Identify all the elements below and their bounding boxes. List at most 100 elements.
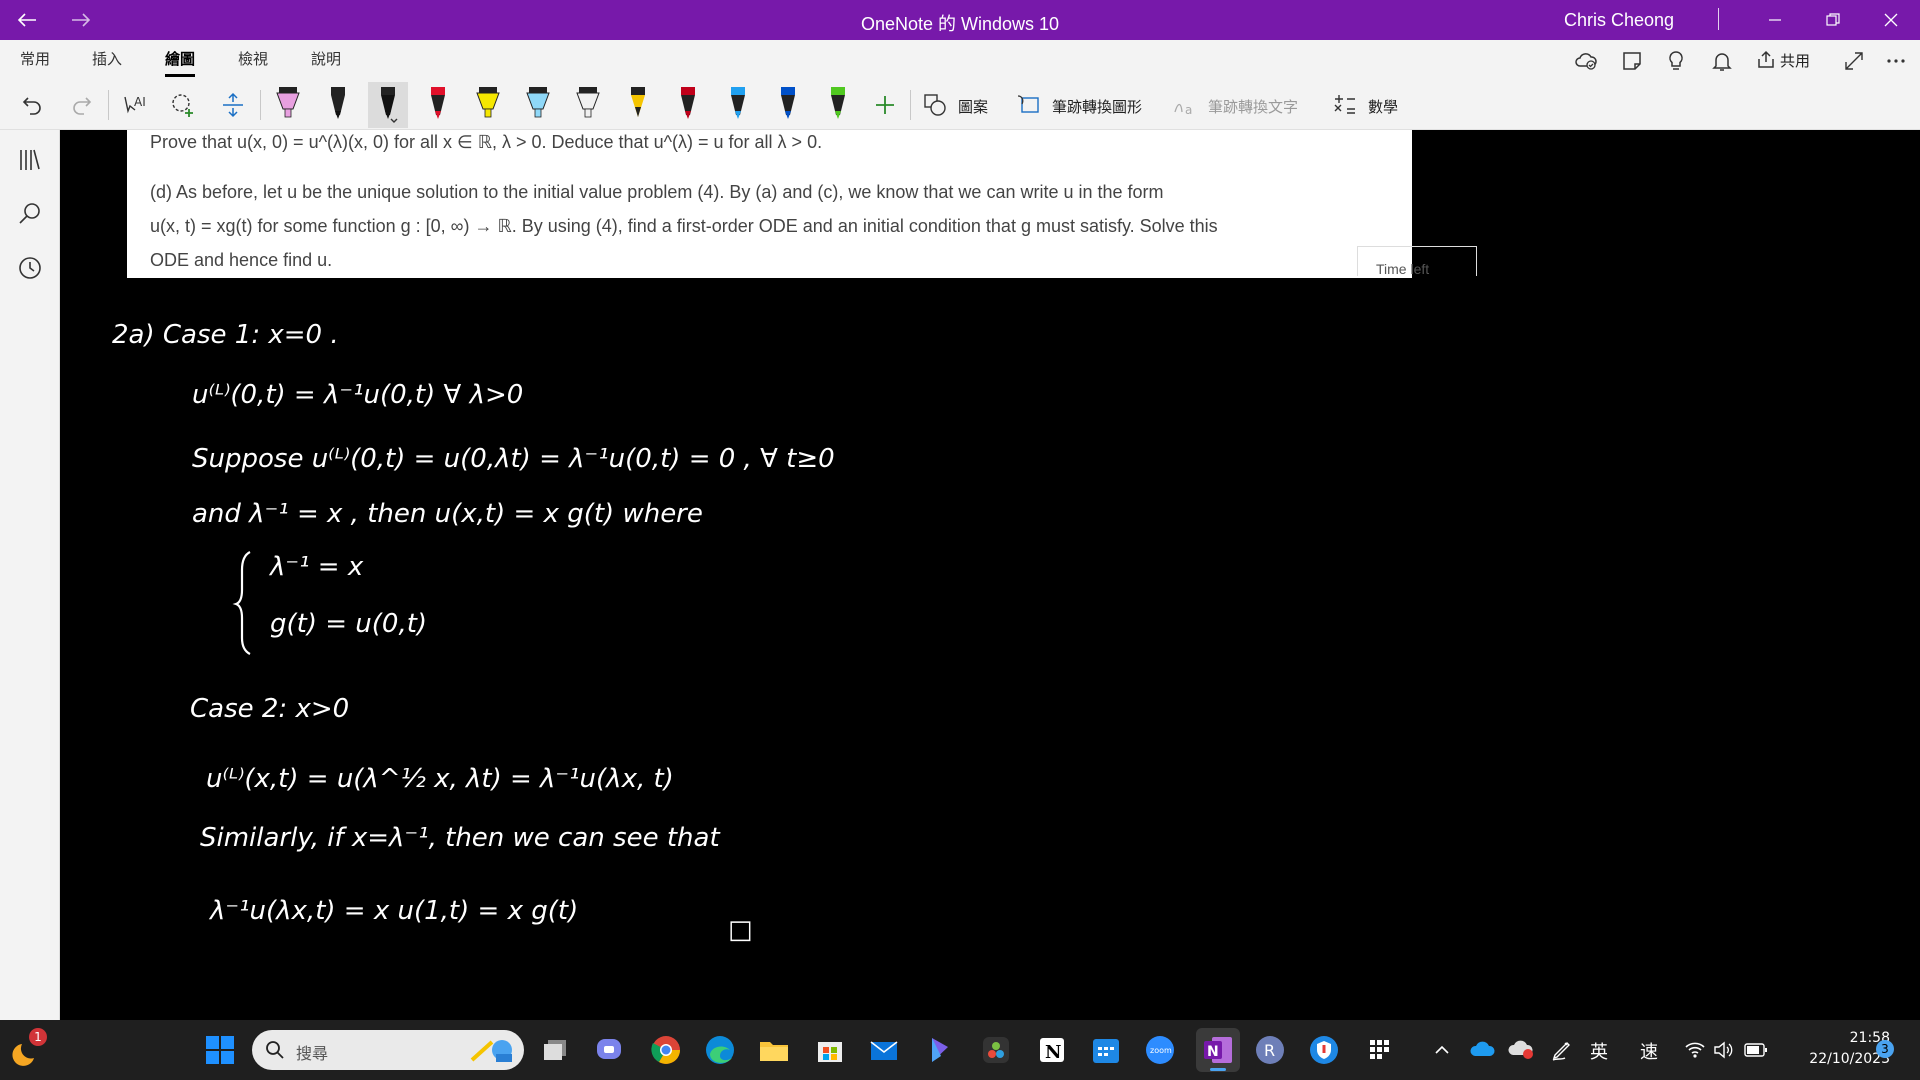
ime-mode[interactable]: 速	[1640, 1038, 1658, 1064]
search-icon	[266, 1041, 284, 1059]
search-highlight-icon	[470, 1040, 512, 1062]
ink-to-text-label[interactable]: 筆跡轉換文字	[1208, 96, 1298, 117]
ink-to-shape-label[interactable]: 筆跡轉換圖形	[1052, 96, 1142, 117]
pen-9-button[interactable]	[668, 87, 708, 122]
taskbar-search[interactable]: 搜尋	[252, 1030, 524, 1070]
ink-line: Similarly, if x=λ⁻¹, then we can see tha…	[200, 823, 720, 853]
davinci-icon[interactable]	[980, 1034, 1012, 1066]
pen-11-button[interactable]	[768, 87, 808, 122]
pen-8-button[interactable]	[618, 87, 658, 122]
fullscreen-icon[interactable]	[1842, 49, 1866, 73]
tab-help[interactable]: 說明	[311, 48, 341, 69]
bell-icon[interactable]	[1710, 49, 1734, 73]
undo-icon	[22, 97, 41, 115]
toolbar-separator	[910, 90, 911, 120]
onenote-icon: N	[1204, 1037, 1232, 1063]
wifi-icon[interactable]	[1684, 1040, 1706, 1060]
pen-3-button[interactable]	[368, 82, 408, 128]
vpn-shield-icon[interactable]	[1308, 1034, 1340, 1066]
calendar-icon[interactable]	[1090, 1034, 1122, 1066]
type-select-button[interactable]: AI	[118, 88, 152, 122]
chrome-icon[interactable]	[650, 1034, 682, 1066]
onedrive-error-icon[interactable]	[1508, 1038, 1534, 1060]
tab-view[interactable]: 檢視	[238, 48, 268, 69]
ime-language[interactable]: 英	[1590, 1038, 1608, 1064]
notification-count-badge[interactable]: 3	[1876, 1040, 1894, 1058]
math-label[interactable]: 數學	[1368, 96, 1398, 117]
ink-to-text-icon: a	[1174, 103, 1192, 117]
notion-icon[interactable]: N	[1036, 1034, 1068, 1066]
tab-draw[interactable]: 繪圖	[165, 48, 196, 77]
undo-button[interactable]	[16, 88, 48, 122]
pen-menu-icon[interactable]	[1550, 1038, 1574, 1062]
zoom-icon[interactable]: zoom	[1144, 1034, 1176, 1066]
teams-chat-icon[interactable]	[594, 1034, 626, 1066]
shapes-button[interactable]	[920, 88, 950, 122]
pen-6-button[interactable]	[518, 87, 558, 122]
brace-stroke	[232, 551, 251, 655]
share-button[interactable]: 共用	[1756, 47, 1810, 73]
ink-line: Suppose u⁽ᴸ⁾(0,t) = u(0,λt) = λ⁻¹u(0,t) …	[192, 444, 835, 474]
pen-12-button[interactable]	[818, 87, 858, 122]
microsoft-store-icon[interactable]	[814, 1034, 846, 1066]
svg-text:zoom: zoom	[1150, 1046, 1172, 1055]
mail-icon[interactable]	[868, 1034, 900, 1066]
file-explorer-icon[interactable]	[758, 1034, 790, 1066]
pen-5-button[interactable]	[468, 87, 508, 122]
apps-grid-icon[interactable]	[1364, 1034, 1396, 1066]
add-space-button[interactable]	[216, 88, 250, 122]
sync-status-icon[interactable]	[1574, 49, 1598, 73]
pen-icon	[731, 87, 745, 119]
edge-icon[interactable]	[704, 1034, 736, 1066]
tab-insert[interactable]: 插入	[92, 48, 122, 69]
toolbar-separator	[260, 90, 261, 120]
lightbulb-icon[interactable]	[1664, 49, 1688, 73]
pen-1-button[interactable]	[268, 87, 308, 122]
bing-app-icon[interactable]	[924, 1034, 956, 1066]
math-button[interactable]	[1330, 88, 1360, 122]
restore-button[interactable]	[1810, 0, 1856, 40]
onedrive-icon[interactable]	[1470, 1038, 1496, 1060]
pen-2-button[interactable]	[318, 87, 358, 122]
recent-notes-icon[interactable]	[16, 254, 44, 282]
page-canvas[interactable]: Prove that u(x, 0) = u^(λ)(x, 0) for all…	[60, 130, 1920, 1020]
ink-to-shape-icon	[1017, 95, 1039, 113]
task-view-icon[interactable]	[540, 1034, 572, 1066]
battery-icon[interactable]	[1744, 1042, 1768, 1058]
chevron-up-icon[interactable]	[1432, 1040, 1452, 1060]
highlighter-icon	[276, 87, 300, 118]
sticky-notes-icon[interactable]	[1620, 49, 1644, 73]
handwritten-ink[interactable]: 2a) Case 1: x=0 . u⁽ᴸ⁾(0,t) = λ⁻¹u(0,t) …	[60, 130, 1920, 1020]
user-name[interactable]: Chris Cheong	[1564, 10, 1674, 31]
start-button[interactable]	[204, 1034, 236, 1066]
ink-to-text-button[interactable]: a	[1170, 88, 1200, 122]
ink-line: u⁽ᴸ⁾(0,t) = λ⁻¹u(0,t) ∀ λ>0	[192, 380, 523, 410]
pen-10-button[interactable]	[718, 87, 758, 122]
add-pen-button[interactable]	[870, 88, 900, 122]
tab-home[interactable]: 常用	[20, 48, 50, 69]
svg-text:N: N	[1207, 1044, 1219, 1060]
lasso-select-button[interactable]	[166, 88, 200, 122]
redo-button[interactable]	[66, 88, 98, 122]
pencil-icon	[631, 87, 645, 117]
clock-date[interactable]: 22/10/2023	[1786, 1051, 1890, 1067]
notebooks-icon[interactable]	[16, 146, 44, 174]
pen-7-button[interactable]	[568, 87, 608, 122]
highlighter-icon	[526, 87, 550, 118]
minimize-button[interactable]	[1752, 0, 1798, 40]
svg-text:R: R	[1264, 1041, 1275, 1060]
volume-icon[interactable]	[1712, 1040, 1734, 1060]
svg-text:N: N	[1045, 1042, 1061, 1063]
lasso-icon	[172, 94, 193, 117]
pen-4-button[interactable]	[418, 87, 458, 122]
r-app-icon[interactable]: R	[1254, 1034, 1286, 1066]
close-button[interactable]	[1868, 0, 1914, 40]
more-options-icon[interactable]	[1884, 49, 1908, 73]
pen-icon	[431, 87, 445, 119]
onenote-taskbar-button[interactable]: N	[1196, 1028, 1240, 1072]
title-bar: OneNote 的 Windows 10 Chris Cheong	[0, 0, 1920, 40]
ink-to-shape-button[interactable]	[1014, 88, 1044, 122]
plus-icon	[876, 96, 894, 114]
search-icon[interactable]	[16, 200, 44, 228]
shapes-label[interactable]: 圖案	[958, 96, 988, 117]
